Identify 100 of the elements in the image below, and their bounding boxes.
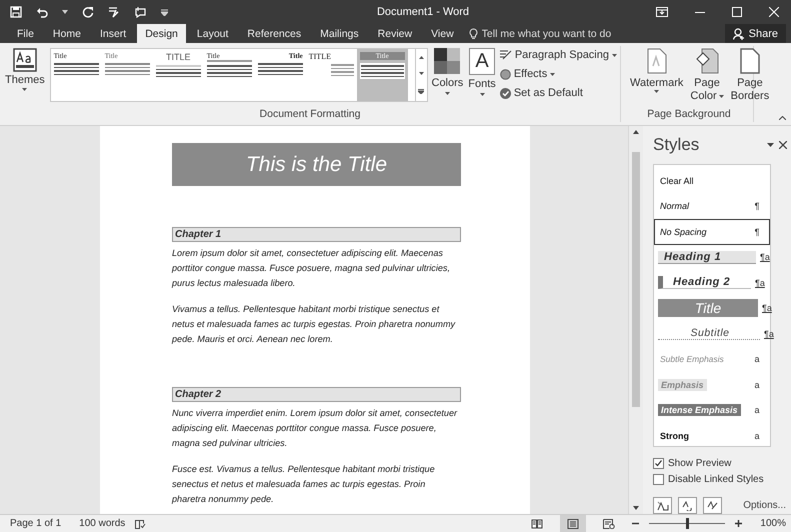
style-set-thumbnail[interactable]: TITLE xyxy=(306,49,357,101)
ribbon-tab[interactable]: Design xyxy=(137,24,186,43)
body-paragraph: Vivamus a tellus. Pellentesque habitant morbi tristique senectus et netus et malesuada fames ac turpis egestas. Proin pharetra nonummy pede. Mauris et orci. Aenean nec lorem. xyxy=(172,303,456,346)
checkbox-label[interactable]: Show Preview xyxy=(668,458,732,468)
checkmark-icon xyxy=(500,88,511,98)
caret-icon xyxy=(718,94,724,98)
watermark-button[interactable]: Watermark xyxy=(628,46,686,95)
book-icon xyxy=(531,518,544,528)
paragraph-spacing-icon xyxy=(500,50,512,60)
checkbox-label[interactable]: Disable Linked Styles xyxy=(668,474,764,484)
comment-icon[interactable] xyxy=(134,6,147,18)
window-title: Document1 - Word xyxy=(376,6,470,18)
chapter-heading: Chapter 2 xyxy=(172,387,461,402)
colors-button[interactable]: Colors xyxy=(430,46,464,97)
collapse-ribbon-icon[interactable] xyxy=(779,116,786,120)
caret-icon[interactable] xyxy=(767,143,774,147)
zoom-slider-thumb[interactable] xyxy=(686,518,689,529)
web-page-icon xyxy=(603,518,616,528)
zoom-level[interactable]: 100% xyxy=(760,518,786,529)
ribbon-tab[interactable]: References xyxy=(239,24,310,43)
checkbox[interactable] xyxy=(653,474,664,484)
caret-icon xyxy=(654,90,660,93)
style-inspector-button[interactable] xyxy=(678,497,697,514)
lightbulb-icon xyxy=(468,28,478,40)
page-borders-button[interactable]: Page Borders xyxy=(728,46,772,105)
style-item[interactable]: Heading 1 ¶a xyxy=(654,244,770,270)
body-paragraph: Fusce est. Vivamus a tellus. Pellentesque habitant morbi tristique senectus et netus et malesuada fames ac turpis egestas. Proin pharetra nonummy pede. xyxy=(172,463,436,506)
ribbon-tab[interactable]: Insert xyxy=(92,24,134,43)
color-swatches-icon xyxy=(434,48,460,74)
scroll-thumb[interactable] xyxy=(632,152,640,407)
caret-icon[interactable] xyxy=(62,10,68,14)
ribbon-tab[interactable]: View xyxy=(423,24,462,43)
caret-icon xyxy=(22,88,28,91)
fonts-button[interactable]: A Fonts xyxy=(467,46,497,98)
scroll-up-icon[interactable] xyxy=(633,130,639,134)
caret-icon xyxy=(550,72,556,76)
scroll-down-icon[interactable] xyxy=(633,506,639,510)
more-icon[interactable] xyxy=(418,89,424,94)
checkbox[interactable] xyxy=(653,458,664,468)
page-icon xyxy=(567,518,580,528)
scroll-down-icon[interactable] xyxy=(418,72,424,76)
undo-icon[interactable] xyxy=(36,6,48,18)
themes-button[interactable]: Themes xyxy=(3,46,47,93)
style-set-thumbnail[interactable]: TITLE xyxy=(152,49,204,101)
pane-title: Styles xyxy=(653,135,700,155)
share-button[interactable]: Share xyxy=(724,24,786,43)
print-view-button[interactable] xyxy=(560,515,586,532)
style-inspector-icon xyxy=(682,500,694,510)
ribbon-display-icon[interactable] xyxy=(656,7,668,17)
paint-bucket-icon xyxy=(695,48,720,74)
paragraph-spacing-button[interactable]: Paragraph Spacing xyxy=(500,47,617,63)
page-icon xyxy=(646,48,667,74)
ribbon-tab[interactable]: Mailings xyxy=(312,24,367,43)
zoom-out-icon[interactable] xyxy=(632,520,640,527)
new-style-icon xyxy=(656,500,668,510)
themes-icon xyxy=(12,48,37,72)
group-label: Page Background xyxy=(646,108,732,122)
proofing-icon[interactable] xyxy=(135,518,146,528)
set-as-default-button[interactable]: Set as Default xyxy=(500,85,617,101)
caret-icon xyxy=(444,92,450,95)
style-item[interactable]: Normal ¶ xyxy=(654,194,770,219)
caret-icon xyxy=(480,93,485,96)
ribbon-tab[interactable]: Home xyxy=(44,24,89,43)
caret-icon xyxy=(612,54,617,56)
page-count[interactable]: Page 1 of 1 xyxy=(10,518,62,529)
style-item[interactable]: Subtle Emphasis a xyxy=(654,346,770,372)
word-count[interactable]: 100 words xyxy=(79,518,126,529)
page-icon xyxy=(740,48,760,74)
close-icon[interactable] xyxy=(779,141,787,149)
circle-icon xyxy=(500,68,511,80)
customize-icon[interactable] xyxy=(161,8,168,16)
ribbon-tab[interactable]: File xyxy=(9,24,42,43)
group-label: Document Formatting xyxy=(258,108,362,122)
style-item[interactable]: Intense Emphasis a xyxy=(654,398,770,423)
ribbon-tab[interactable]: Layout xyxy=(188,24,236,43)
maximize-icon[interactable] xyxy=(732,7,742,17)
style-item[interactable]: Emphasis a xyxy=(654,372,770,398)
manage-styles-icon xyxy=(706,500,718,510)
style-item[interactable]: Strong a xyxy=(654,423,770,448)
style-item[interactable]: Clear All xyxy=(654,168,770,194)
tell-me-search[interactable]: Tell me what you want to do xyxy=(468,24,642,43)
page-color-button[interactable]: Page Color xyxy=(688,46,726,105)
new-style-button[interactable] xyxy=(653,497,672,514)
document-title: This is the Title xyxy=(172,143,461,186)
vertical-scrollbar[interactable] xyxy=(628,126,643,514)
effects-button[interactable]: Effects xyxy=(500,66,617,82)
pen-icon[interactable] xyxy=(108,6,120,18)
style-item[interactable]: No Spacing ¶ xyxy=(654,219,770,244)
options-link[interactable]: Options... xyxy=(743,500,786,511)
ribbon-tab[interactable]: Review xyxy=(370,24,420,43)
body-paragraph: Nunc viverra imperdiet enim. Lorem ipsum dolor sit amet, consectetuer adipiscing elit. Maecenas porttitor congue massa. Fusce posuere, magna sed pulvinar ultricies. xyxy=(172,407,458,450)
redo-icon[interactable] xyxy=(82,6,94,18)
style-item[interactable]: Heading 2 ¶a xyxy=(654,270,770,296)
zoom-in-icon[interactable] xyxy=(735,520,742,527)
save-icon[interactable] xyxy=(10,6,22,18)
person-icon xyxy=(732,28,745,40)
scroll-up-icon[interactable] xyxy=(418,56,424,59)
chapter-heading: Chapter 1 xyxy=(172,227,461,242)
body-paragraph: Lorem ipsum dolor sit amet, consectetuer adipiscing elit. Maecenas porttitor congue massa. Fusce posuere, magna sed pulvinar ultricies, purus lectus malesuada libero. xyxy=(172,247,452,290)
manage-styles-button[interactable] xyxy=(703,497,722,514)
